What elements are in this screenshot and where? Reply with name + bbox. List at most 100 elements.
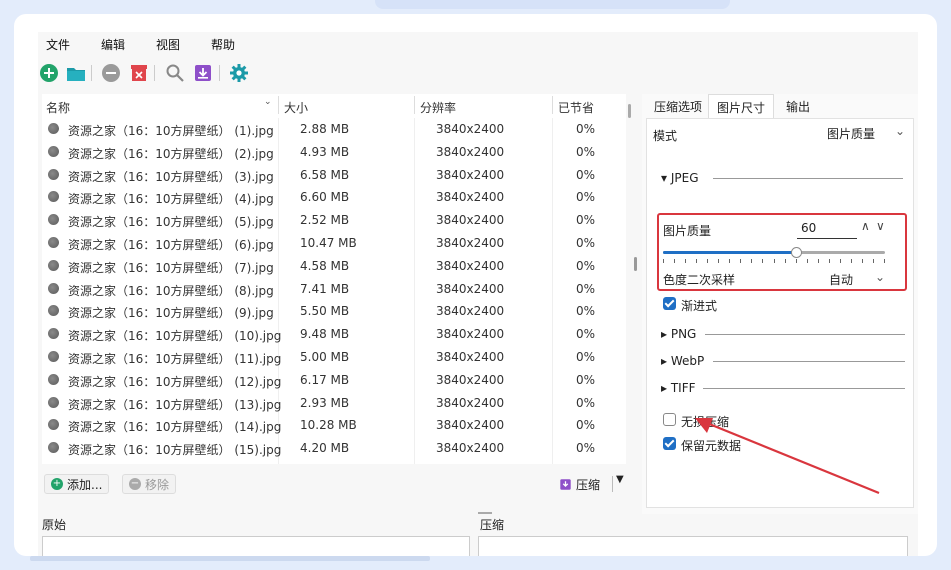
column-saved[interactable]: 已节省 [558, 99, 594, 116]
chroma-select[interactable]: 自动 ⌄ [829, 270, 899, 288]
slider-tick [806, 259, 808, 263]
file-size-cell: 5.00 MB [300, 349, 350, 364]
slider-tick [839, 259, 841, 263]
file-saved-cell: 0% [576, 372, 596, 387]
split-button-divider [612, 476, 613, 492]
tab-output[interactable]: 输出 [778, 94, 818, 118]
spin-down-icon[interactable]: ∨ [876, 219, 885, 233]
table-row[interactable]: 资源之家（16：10方屏壁纸） (8).jpg 7.41 MB 3840x2400 0… [42, 278, 626, 301]
file-saved-cell: 0% [576, 441, 596, 456]
lossless-checkbox[interactable] [663, 413, 676, 426]
horizontal-splitter[interactable] [478, 512, 492, 514]
compress-icon [560, 478, 571, 490]
folder-icon[interactable] [65, 62, 87, 84]
chroma-value: 自动 [829, 273, 854, 287]
table-row[interactable]: 资源之家（16：10方屏壁纸） (6).jpg 10.47 MB 3840x2400… [42, 232, 626, 255]
file-size-cell: 2.88 MB [300, 122, 350, 136]
slider-tick [685, 259, 687, 263]
file-status-icon [48, 214, 59, 226]
file-name-cell: 资源之家（16：10方屏壁纸） (5).jpg [68, 215, 274, 230]
file-name-cell: 资源之家（16：10方屏壁纸） (7).jpg [68, 260, 274, 275]
add-button[interactable]: + 添加... [44, 474, 110, 494]
table-row[interactable]: 资源之家（16：10方屏壁纸） (10).jpg 9.48 MB 3840x2400… [42, 323, 626, 346]
save-icon[interactable] [192, 62, 214, 84]
file-size-cell: 2.93 MB [300, 395, 350, 410]
file-name-cell: 资源之家（16：10方屏壁纸） (15).jpg [68, 443, 282, 458]
options-panel: 压缩选项 图片尺寸 输出 模式 图片质量 ⌄ ▾ JPEG 图片质量 60 ∧ … [642, 94, 918, 514]
file-saved-cell: 0% [576, 144, 596, 159]
file-resolution-cell: 3840x2400 [436, 327, 505, 342]
table-row[interactable]: 资源之家（16：10方屏壁纸） (1).jpg 2.88 MB 3840x2400 0… [42, 118, 626, 141]
slider-thumb[interactable] [791, 247, 803, 258]
chroma-label: 色度二次采样 [663, 273, 736, 287]
add-icon[interactable] [38, 62, 60, 84]
menu-help[interactable]: 帮助 [211, 36, 235, 53]
quality-slider[interactable] [663, 247, 885, 265]
file-size-cell: 4.58 MB [300, 258, 350, 273]
column-name[interactable]: 名称 [46, 99, 70, 116]
file-resolution-cell: 3840x2400 [436, 167, 505, 182]
table-row[interactable]: 资源之家（16：10方屏壁纸） (14).jpg 10.28 MB 3840x240… [42, 414, 626, 437]
compress-dropdown-icon[interactable]: ▼ [616, 474, 624, 485]
remove-icon[interactable] [100, 62, 122, 84]
slider-tick [850, 259, 852, 263]
scrollbar-thumb[interactable] [628, 104, 631, 118]
delete-icon[interactable] [128, 62, 150, 84]
menu-edit[interactable]: 编辑 [101, 36, 125, 53]
table-row[interactable]: 资源之家（16：10方屏壁纸） (12).jpg 6.17 MB 3840x2400… [42, 369, 626, 392]
header-separator [552, 96, 553, 114]
table-row[interactable]: 资源之家（16：10方屏壁纸） (2).jpg 4.93 MB 3840x2400 0… [42, 141, 626, 164]
tab-image-size[interactable]: 图片尺寸 [708, 94, 775, 118]
annotation-arrow [695, 417, 880, 495]
vertical-splitter[interactable] [634, 257, 637, 271]
bottom-decoration [30, 556, 430, 561]
keep-metadata-checkbox[interactable] [663, 437, 676, 450]
mode-select[interactable]: 图片质量 ⌄ [827, 124, 907, 142]
file-status-icon [48, 396, 59, 408]
menu-view[interactable]: 视图 [156, 36, 180, 53]
table-row[interactable]: 资源之家（16：10方屏壁纸） (4).jpg 6.60 MB 3840x2400 0… [42, 186, 626, 209]
table-row[interactable]: 资源之家（16：10方屏壁纸） (13).jpg 2.93 MB 3840x2400… [42, 392, 626, 415]
file-rows: 资源之家（16：10方屏壁纸） (1).jpg 2.88 MB 3840x2400 0… [42, 118, 626, 460]
remove-button[interactable]: − 移除 [122, 474, 177, 494]
original-label: 原始 [42, 518, 67, 532]
tab-compress-options[interactable]: 压缩选项 [646, 94, 710, 118]
file-status-icon [48, 259, 59, 271]
table-row[interactable]: 资源之家（16：10方屏壁纸） (3).jpg 6.58 MB 3840x2400 0… [42, 164, 626, 187]
settings-icon[interactable] [228, 62, 250, 84]
slider-tick [696, 259, 698, 263]
webp-section-toggle[interactable]: ▸ WebP [661, 354, 704, 368]
file-size-cell: 10.28 MB [300, 418, 357, 433]
png-section-label: PNG [670, 327, 697, 341]
file-size-cell: 6.60 MB [300, 190, 350, 205]
column-resolution[interactable]: 分辨率 [420, 99, 456, 116]
column-size[interactable]: 大小 [284, 99, 308, 116]
options-tabs: 压缩选项 图片尺寸 输出 [642, 94, 918, 118]
table-row[interactable]: 资源之家（16：10方屏壁纸） (15).jpg 4.20 MB 3840x2400… [42, 437, 626, 460]
file-saved-cell: 0% [576, 167, 596, 182]
slider-tick [884, 259, 885, 263]
jpeg-section-toggle[interactable]: ▾ JPEG [661, 171, 699, 185]
spin-up-icon[interactable]: ∧ [861, 219, 870, 233]
table-row[interactable]: 资源之家（16：10方屏壁纸） (9).jpg 5.50 MB 3840x2400 0… [42, 300, 626, 323]
webp-section-label: WebP [670, 354, 705, 368]
table-row[interactable]: 资源之家（16：10方屏壁纸） (5).jpg 2.52 MB 3840x2400 0… [42, 209, 626, 232]
tiff-section-toggle[interactable]: ▸ TIFF [661, 381, 696, 395]
png-section-toggle[interactable]: ▸ PNG [661, 327, 696, 341]
progressive-checkbox[interactable] [663, 297, 676, 310]
sort-chevron-icon[interactable]: ⌄ [264, 97, 272, 107]
slider-tick [762, 259, 764, 263]
file-list-scrollbar[interactable] [626, 98, 632, 438]
compress-button[interactable]: 压缩 [557, 474, 602, 494]
toolbar-separator [91, 65, 92, 81]
menu-file[interactable]: 文件 [46, 36, 70, 53]
add-button-label: 添加... [67, 477, 103, 492]
table-row[interactable]: 资源之家（16：10方屏壁纸） (7).jpg 4.58 MB 3840x2400 0… [42, 255, 626, 278]
table-row[interactable]: 资源之家（16：10方屏壁纸） (11).jpg 5.00 MB 3840x2400… [42, 346, 626, 369]
file-name-cell: 资源之家（16：10方屏壁纸） (14).jpg [68, 420, 282, 435]
compressed-label: 压缩 [480, 518, 505, 532]
header-separator [414, 96, 415, 114]
search-icon[interactable] [164, 62, 186, 84]
jpeg-section-label: JPEG [670, 171, 699, 185]
quality-spinbox[interactable]: 60 [797, 219, 857, 239]
